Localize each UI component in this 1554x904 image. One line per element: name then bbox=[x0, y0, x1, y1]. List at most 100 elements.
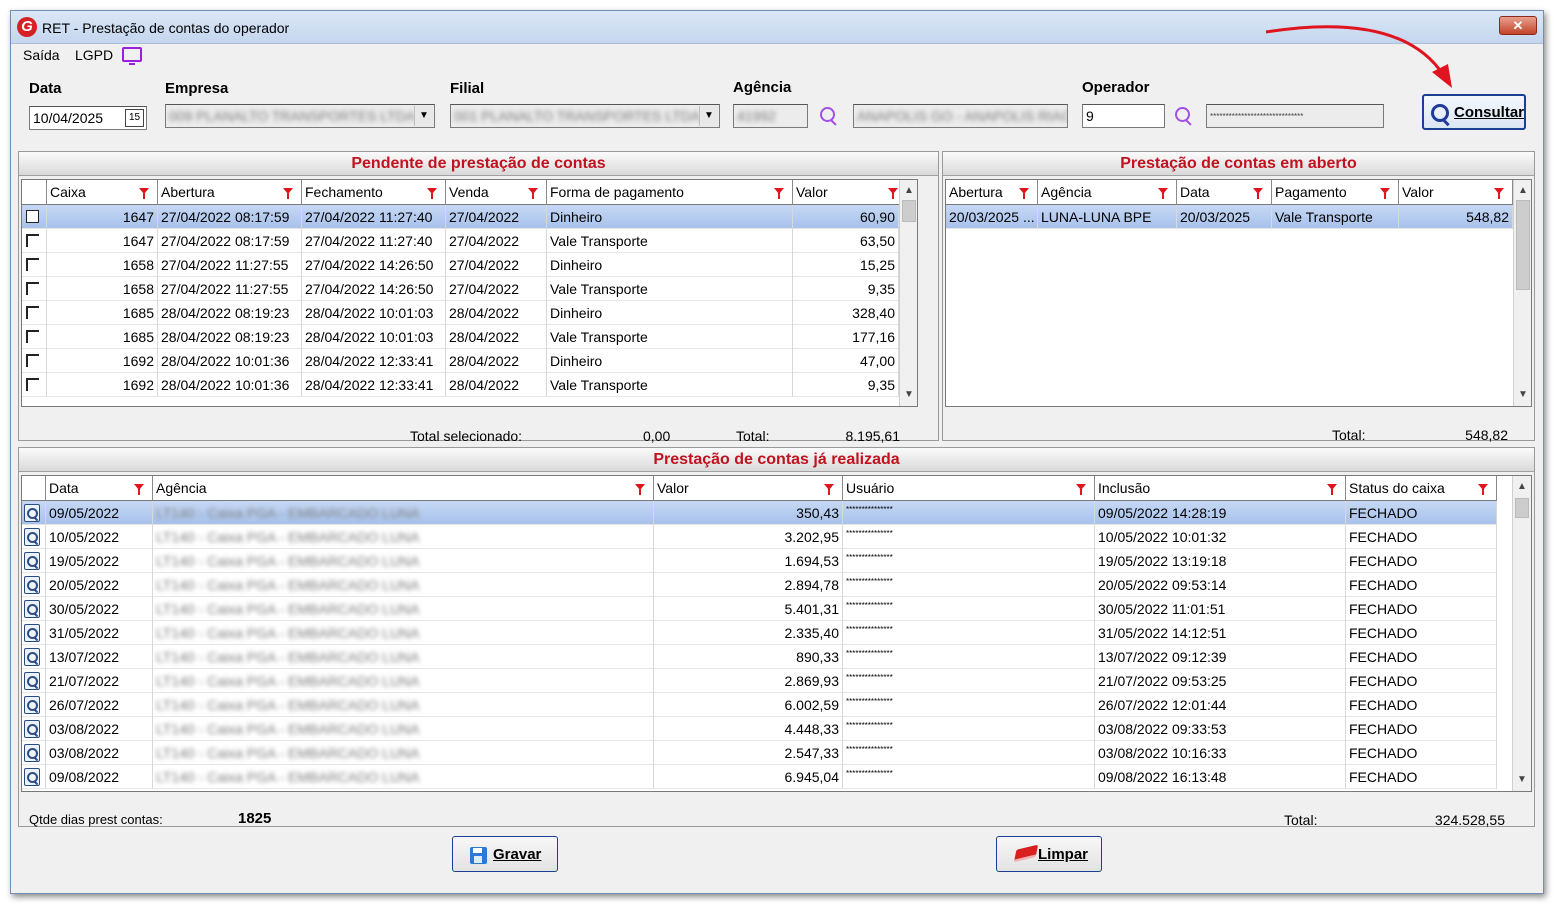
scroll-down-icon[interactable]: ▼ bbox=[900, 386, 917, 404]
aberto-col-data[interactable]: Data bbox=[1177, 180, 1272, 205]
view-detail-icon[interactable] bbox=[24, 672, 40, 690]
agencia-search-icon[interactable] bbox=[819, 106, 839, 126]
row-detail-cell[interactable] bbox=[22, 717, 46, 741]
row-detail-cell[interactable] bbox=[22, 765, 46, 789]
row-select-cell[interactable] bbox=[22, 229, 47, 253]
table-row[interactable]: 20/03/2025 ... LUNA-LUNA BPE 20/03/2025 Val… bbox=[946, 205, 1513, 229]
row-detail-cell[interactable] bbox=[22, 693, 46, 717]
pendente-col-caixa[interactable]: Caixa bbox=[47, 180, 158, 205]
row-checkbox[interactable] bbox=[26, 258, 39, 271]
aberto-col-pagamento[interactable]: Pagamento bbox=[1272, 180, 1399, 205]
aberto-col-valor[interactable]: Valor bbox=[1399, 180, 1513, 205]
table-row[interactable]: 03/08/2022 LT140 - Caixa PGA - EMBARCADO … bbox=[22, 717, 1497, 741]
operador-search-icon[interactable] bbox=[1174, 106, 1194, 126]
row-checkbox[interactable] bbox=[26, 330, 39, 343]
row-detail-cell[interactable] bbox=[22, 501, 46, 525]
view-detail-icon[interactable] bbox=[24, 768, 40, 786]
limpar-button[interactable]: Limpar bbox=[996, 836, 1102, 872]
filter-icon[interactable] bbox=[774, 188, 784, 199]
realizada-col-agencia[interactable]: Agência bbox=[153, 476, 654, 501]
chevron-down-icon[interactable]: ▼ bbox=[414, 106, 433, 126]
menu-saida[interactable]: Saída bbox=[23, 47, 60, 63]
row-detail-cell[interactable] bbox=[22, 597, 46, 621]
realizada-col-usuario[interactable]: Usuário bbox=[843, 476, 1095, 501]
row-detail-cell[interactable] bbox=[22, 573, 46, 597]
aberto-col-abertura[interactable]: Abertura bbox=[946, 180, 1038, 205]
filter-icon[interactable] bbox=[134, 484, 144, 495]
row-checkbox[interactable] bbox=[26, 378, 39, 391]
filter-icon[interactable] bbox=[888, 188, 898, 199]
row-select-cell[interactable] bbox=[22, 373, 47, 397]
aberto-col-agencia[interactable]: Agência bbox=[1038, 180, 1177, 205]
row-select-cell[interactable] bbox=[22, 325, 47, 349]
agencia-code-field[interactable]: 41992 bbox=[733, 104, 808, 128]
pendente-col-venda[interactable]: Venda bbox=[446, 180, 547, 205]
filter-icon[interactable] bbox=[1019, 188, 1029, 199]
table-row[interactable]: 13/07/2022 LT140 - Caixa PGA - EMBARCADO … bbox=[22, 645, 1497, 669]
scroll-thumb[interactable] bbox=[902, 200, 916, 222]
table-row[interactable]: 1658 27/04/2022 11:27:55 27/04/2022 14:26:… bbox=[22, 277, 899, 301]
filter-icon[interactable] bbox=[528, 188, 538, 199]
filter-icon[interactable] bbox=[1327, 484, 1337, 495]
row-select-cell[interactable] bbox=[22, 277, 47, 301]
row-checkbox[interactable] bbox=[26, 354, 39, 367]
view-detail-icon[interactable] bbox=[24, 624, 40, 642]
view-detail-icon[interactable] bbox=[24, 648, 40, 666]
consultar-button[interactable]: Consultar bbox=[1422, 94, 1526, 130]
realizada-col-valor[interactable]: Valor bbox=[654, 476, 843, 501]
filter-icon[interactable] bbox=[1380, 188, 1390, 199]
view-detail-icon[interactable] bbox=[24, 528, 40, 546]
view-detail-icon[interactable] bbox=[24, 576, 40, 594]
empresa-select[interactable]: 009 PLANALTO TRANSPORTES LTDA ▼ bbox=[165, 104, 435, 128]
chevron-down-icon[interactable]: ▼ bbox=[699, 106, 718, 126]
filial-select[interactable]: 001 PLANALTO TRANSPORTES LTDA ▼ bbox=[450, 104, 720, 128]
realizada-col-status[interactable]: Status do caixa bbox=[1346, 476, 1497, 501]
filter-icon[interactable] bbox=[427, 188, 437, 199]
filter-icon[interactable] bbox=[1076, 484, 1086, 495]
row-select-cell[interactable] bbox=[22, 349, 47, 373]
filter-icon[interactable] bbox=[1158, 188, 1168, 199]
row-detail-cell[interactable] bbox=[22, 645, 46, 669]
view-detail-icon[interactable] bbox=[24, 720, 40, 738]
row-detail-cell[interactable] bbox=[22, 525, 46, 549]
table-row[interactable]: 1658 27/04/2022 11:27:55 27/04/2022 14:26:… bbox=[22, 253, 899, 277]
filter-icon[interactable] bbox=[1253, 188, 1263, 199]
pendente-col-abertura[interactable]: Abertura bbox=[158, 180, 302, 205]
table-row[interactable]: 1685 28/04/2022 08:19:23 28/04/2022 10:01:… bbox=[22, 301, 899, 325]
scroll-down-icon[interactable]: ▼ bbox=[1513, 771, 1531, 789]
filter-icon[interactable] bbox=[1494, 188, 1504, 199]
table-row[interactable]: 1685 28/04/2022 08:19:23 28/04/2022 10:01:… bbox=[22, 325, 899, 349]
table-row[interactable]: 10/05/2022 LT140 - Caixa PGA - EMBARCADO … bbox=[22, 525, 1497, 549]
realizada-col-inclusao[interactable]: Inclusão bbox=[1095, 476, 1346, 501]
filter-icon[interactable] bbox=[635, 484, 645, 495]
close-button[interactable]: ✕ bbox=[1499, 16, 1537, 35]
scroll-down-icon[interactable]: ▼ bbox=[1514, 386, 1531, 404]
table-row[interactable]: 09/08/2022 LT140 - Caixa PGA - EMBARCADO … bbox=[22, 765, 1497, 789]
table-row[interactable]: 1692 28/04/2022 10:01:36 28/04/2022 12:33:… bbox=[22, 373, 899, 397]
view-detail-icon[interactable] bbox=[24, 744, 40, 762]
table-row[interactable]: 19/05/2022 LT140 - Caixa PGA - EMBARCADO … bbox=[22, 549, 1497, 573]
row-checkbox[interactable] bbox=[26, 234, 39, 247]
realizada-scrollbar[interactable]: ▲ ▼ bbox=[1512, 476, 1531, 791]
filter-icon[interactable] bbox=[139, 188, 149, 199]
row-select-cell[interactable] bbox=[22, 301, 47, 325]
scroll-up-icon[interactable]: ▲ bbox=[1514, 182, 1531, 200]
row-checkbox[interactable] bbox=[26, 210, 39, 223]
table-row[interactable]: 30/05/2022 LT140 - Caixa PGA - EMBARCADO … bbox=[22, 597, 1497, 621]
row-detail-cell[interactable] bbox=[22, 549, 46, 573]
scroll-up-icon[interactable]: ▲ bbox=[900, 182, 917, 200]
filter-icon[interactable] bbox=[1478, 484, 1488, 495]
table-row[interactable]: 20/05/2022 LT140 - Caixa PGA - EMBARCADO … bbox=[22, 573, 1497, 597]
gravar-button[interactable]: Gravar bbox=[452, 836, 558, 872]
table-row[interactable]: 1647 27/04/2022 08:17:59 27/04/2022 11:27:… bbox=[22, 205, 899, 229]
row-select-cell[interactable] bbox=[22, 253, 47, 277]
row-checkbox[interactable] bbox=[26, 282, 39, 295]
row-detail-cell[interactable] bbox=[22, 621, 46, 645]
row-select-cell[interactable] bbox=[22, 205, 47, 229]
filter-icon[interactable] bbox=[283, 188, 293, 199]
aberto-scrollbar[interactable]: ▲ ▼ bbox=[1513, 180, 1531, 406]
table-row[interactable]: 21/07/2022 LT140 - Caixa PGA - EMBARCADO … bbox=[22, 669, 1497, 693]
pendente-col-fechamento[interactable]: Fechamento bbox=[302, 180, 446, 205]
pendente-col-forma-pagamento[interactable]: Forma de pagamento bbox=[547, 180, 793, 205]
calendar-icon[interactable]: 15 bbox=[125, 109, 144, 127]
